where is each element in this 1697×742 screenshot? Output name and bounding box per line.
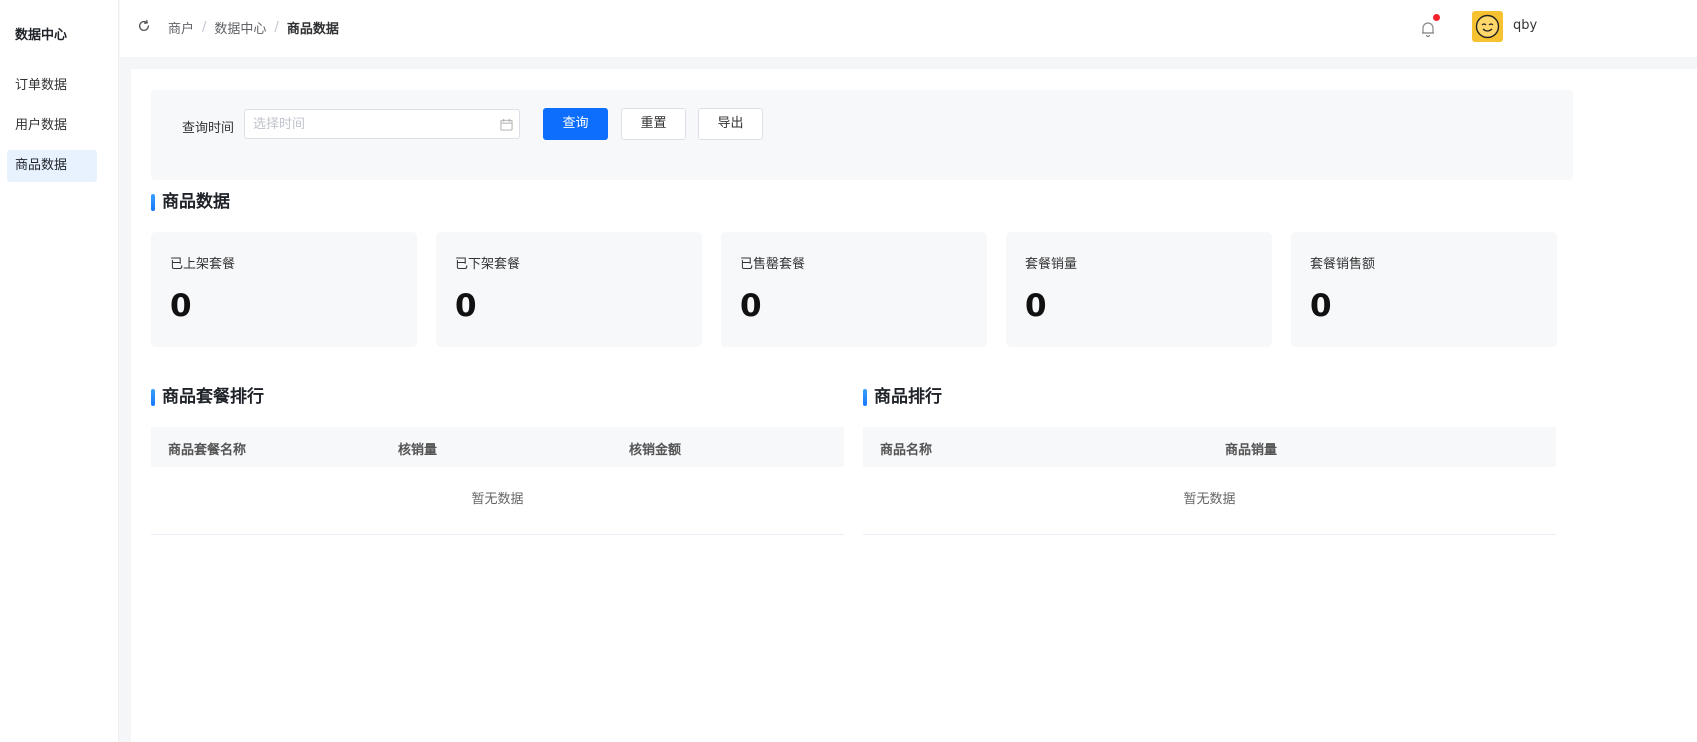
top-header: 商户 / 数据中心 / 商品数据 qby xyxy=(120,0,1697,57)
column-header-package-name: 商品套餐名称 xyxy=(168,443,247,458)
stat-value: 0 xyxy=(455,288,477,324)
stat-label: 已下架套餐 xyxy=(455,257,521,272)
filter-bar: 查询时间 查询 重置 导出 xyxy=(151,90,1573,180)
breadcrumb: 商户 / 数据中心 / 商品数据 xyxy=(168,18,339,37)
sidebar-item-product-data[interactable]: 商品数据 xyxy=(7,150,97,182)
stat-label: 套餐销量 xyxy=(1025,257,1078,272)
query-time-label: 查询时间 xyxy=(182,121,235,136)
column-header-product-sales: 商品销量 xyxy=(1225,443,1278,458)
breadcrumb-data-center[interactable]: 数据中心 xyxy=(214,18,266,37)
notification-dot xyxy=(1433,14,1440,21)
column-header-redeemed-count: 核销量 xyxy=(398,443,438,458)
stat-label: 已上架套餐 xyxy=(170,257,236,272)
sidebar: 数据中心 订单数据 用户数据 商品数据 xyxy=(0,0,119,742)
stat-label: 已售罄套餐 xyxy=(740,257,806,272)
table-header: 商品套餐名称 核销量 核销金额 xyxy=(151,427,844,467)
export-button[interactable]: 导出 xyxy=(698,108,763,140)
empty-state: 暂无数据 xyxy=(151,467,844,535)
avatar[interactable] xyxy=(1472,11,1503,42)
product-ranking-table: 商品名称 商品销量 暂无数据 xyxy=(863,427,1556,535)
product-ranking-title: 商品排行 xyxy=(863,387,942,407)
refresh-icon[interactable] xyxy=(137,19,151,33)
smiley-avatar-icon xyxy=(1475,14,1500,39)
breadcrumb-separator: / xyxy=(274,20,279,35)
stat-card-soldout-packages: 已售罄套餐 0 xyxy=(721,232,987,347)
table-header: 商品名称 商品销量 xyxy=(863,427,1556,467)
sidebar-item-user-data[interactable]: 用户数据 xyxy=(7,110,97,142)
stat-card-listed-packages: 已上架套餐 0 xyxy=(151,232,417,347)
breadcrumb-separator: / xyxy=(202,20,207,35)
stat-value: 0 xyxy=(170,288,192,324)
main-content: 查询时间 查询 重置 导出 商品数据 已上架套餐 0 已下架套餐 0 已售罄套餐… xyxy=(131,69,1697,742)
stat-card-package-sales: 套餐销量 0 xyxy=(1006,232,1272,347)
stat-value: 0 xyxy=(740,288,762,324)
column-header-product-name: 商品名称 xyxy=(880,443,933,458)
date-picker-input[interactable] xyxy=(244,109,520,139)
product-data-section-title: 商品数据 xyxy=(151,192,230,212)
query-button[interactable]: 查询 xyxy=(543,108,608,140)
package-ranking-title: 商品套餐排行 xyxy=(151,387,264,407)
notification-button[interactable] xyxy=(1420,14,1440,38)
breadcrumb-merchant[interactable]: 商户 xyxy=(168,18,194,37)
breadcrumb-product-data: 商品数据 xyxy=(286,22,339,37)
column-header-redeemed-amount: 核销金额 xyxy=(629,443,682,458)
reset-button[interactable]: 重置 xyxy=(621,108,686,140)
stat-value: 0 xyxy=(1025,288,1047,324)
stat-card-delisted-packages: 已下架套餐 0 xyxy=(436,232,702,347)
bell-icon xyxy=(1422,22,1434,38)
stat-card-package-revenue: 套餐销售额 0 xyxy=(1291,232,1557,347)
package-ranking-table: 商品套餐名称 核销量 核销金额 暂无数据 xyxy=(151,427,844,535)
sidebar-item-order-data[interactable]: 订单数据 xyxy=(7,70,97,102)
empty-state: 暂无数据 xyxy=(863,467,1556,535)
stat-value: 0 xyxy=(1310,288,1332,324)
username[interactable]: qby xyxy=(1513,18,1537,33)
sidebar-title: 数据中心 xyxy=(15,28,68,43)
stat-label: 套餐销售额 xyxy=(1310,257,1376,272)
